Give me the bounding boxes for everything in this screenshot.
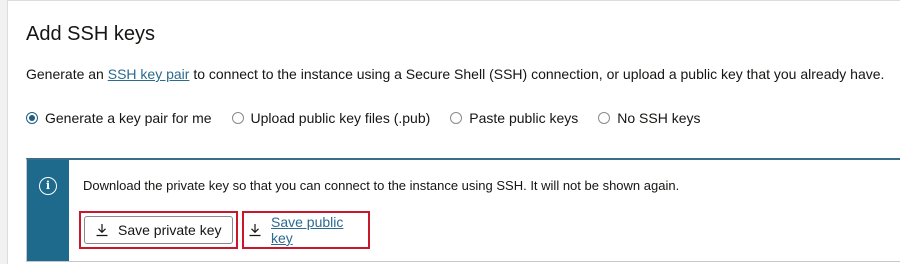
description-suffix: to connect to the instance using a Secur… — [189, 66, 885, 82]
radio-upload-public-key-files[interactable]: Upload public key files (.pub) — [231, 110, 431, 126]
section-title: Add SSH keys — [26, 23, 155, 45]
download-icon — [248, 223, 262, 237]
save-public-key-button[interactable]: Save public key — [248, 213, 368, 247]
radio-label: No SSH keys — [617, 110, 701, 126]
ssh-key-pair-link[interactable]: SSH key pair — [108, 66, 190, 82]
ssh-key-option-group: Generate a key pair for me Upload public… — [26, 110, 721, 126]
download-icon — [95, 223, 109, 237]
save-private-key-highlight: Save private key — [79, 211, 238, 249]
radio-paste-public-keys[interactable]: Paste public keys — [450, 110, 578, 126]
save-private-key-label: Save private key — [118, 222, 222, 238]
info-message: Download the private key so that you can… — [83, 178, 680, 193]
radio-label: Upload public key files (.pub) — [250, 110, 431, 126]
radio-unchecked-icon — [450, 112, 463, 124]
save-public-key-highlight: Save public key — [242, 211, 370, 249]
info-banner: i Download the private key so that you c… — [26, 158, 900, 262]
section-description: Generate an SSH key pair to connect to t… — [26, 66, 884, 82]
radio-label: Generate a key pair for me — [45, 110, 212, 126]
radio-checked-icon — [26, 112, 38, 124]
radio-no-ssh-keys[interactable]: No SSH keys — [598, 110, 701, 126]
radio-generate-key-pair[interactable]: Generate a key pair for me — [26, 110, 212, 126]
save-private-key-button[interactable]: Save private key — [84, 216, 233, 244]
ssh-keys-panel: Add SSH keys Generate an SSH key pair to… — [7, 0, 900, 264]
save-public-key-label: Save public key — [271, 214, 344, 246]
info-icon: i — [39, 177, 57, 195]
description-prefix: Generate an — [26, 66, 108, 82]
radio-label: Paste public keys — [469, 110, 579, 126]
radio-unchecked-icon — [598, 112, 611, 124]
info-banner-stripe: i — [27, 160, 69, 261]
radio-unchecked-icon — [231, 112, 244, 124]
